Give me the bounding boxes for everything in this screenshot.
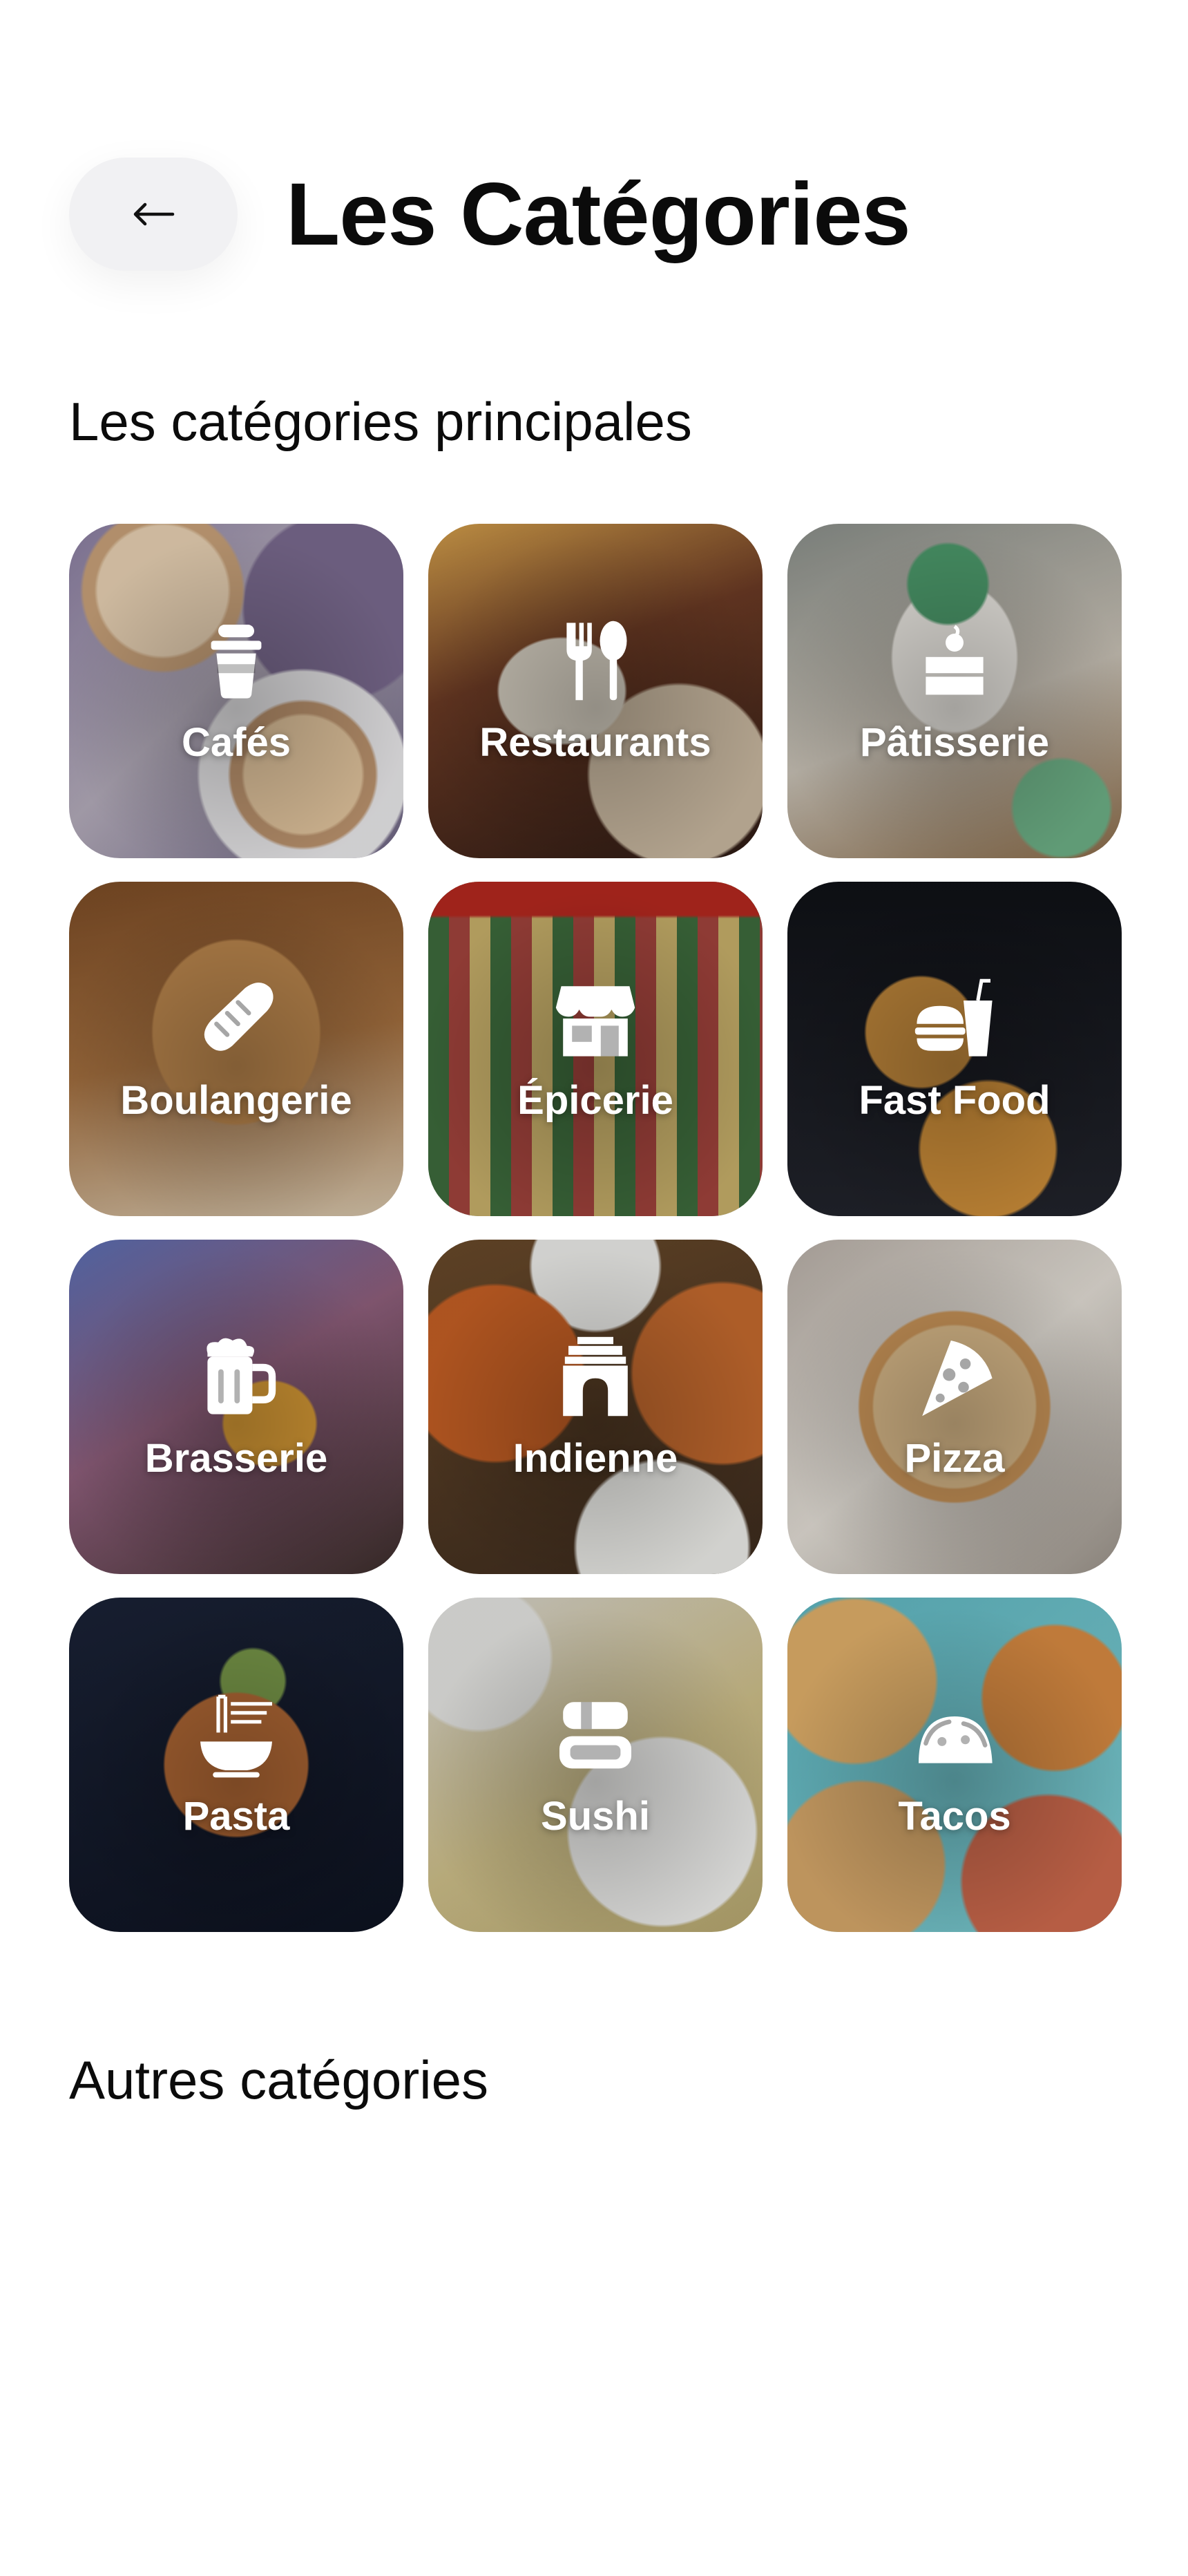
category-tile-epicerie[interactable]: Épicerie — [428, 882, 763, 1216]
category-label: Pâtisserie — [859, 720, 1050, 765]
categories-screen: Les Catégories Les catégories principale… — [0, 0, 1188, 2576]
category-tile-tacos[interactable]: Tacos — [787, 1598, 1122, 1932]
category-tile-patisserie[interactable]: Pâtisserie — [787, 524, 1122, 858]
main-categories-heading: Les catégories principales — [69, 391, 692, 452]
pizza-slice-icon — [906, 1328, 1003, 1425]
category-label: Brasserie — [144, 1436, 328, 1481]
category-label: Tacos — [898, 1794, 1011, 1839]
main-categories-grid: Cafés Restaurants Pâtisserie Boulangerie… — [69, 524, 1122, 1932]
category-label: Pasta — [182, 1794, 290, 1839]
category-tile-brasserie[interactable]: Brasserie — [69, 1240, 403, 1574]
category-tile-pasta[interactable]: Pasta — [69, 1598, 403, 1932]
category-label: Cafés — [182, 720, 291, 765]
category-tile-boulangerie[interactable]: Boulangerie — [69, 882, 403, 1216]
category-tile-pizza[interactable]: Pizza — [787, 1240, 1122, 1574]
category-tile-sushi[interactable]: Sushi — [428, 1598, 763, 1932]
other-categories-heading: Autres catégories — [69, 2049, 488, 2110]
sushi-icon — [547, 1686, 644, 1783]
category-label: Sushi — [541, 1794, 650, 1839]
bread-icon — [188, 970, 285, 1067]
arrow-left-icon — [133, 202, 175, 226]
category-tile-cafes[interactable]: Cafés — [69, 524, 403, 858]
category-label: Pizza — [904, 1436, 1005, 1481]
category-tile-indienne[interactable]: Indienne — [428, 1240, 763, 1574]
fork-spoon-icon — [547, 612, 644, 709]
page-title: Les Catégories — [286, 165, 911, 264]
pasta-icon — [188, 1686, 285, 1783]
category-label: Indienne — [512, 1436, 678, 1481]
burger-drink-icon — [906, 970, 1003, 1067]
back-button[interactable] — [69, 158, 238, 271]
category-tile-fast-food[interactable]: Fast Food — [787, 882, 1122, 1216]
category-label: Fast Food — [859, 1078, 1051, 1123]
category-tile-restaurants[interactable]: Restaurants — [428, 524, 763, 858]
coffee-cup-icon — [188, 612, 285, 709]
category-label: Boulangerie — [120, 1078, 352, 1123]
grocery-store-icon — [547, 970, 644, 1067]
beer-mug-icon — [188, 1328, 285, 1425]
cake-icon — [906, 612, 1003, 709]
category-label: Restaurants — [479, 720, 711, 765]
india-gate-icon — [547, 1328, 644, 1425]
category-label: Épicerie — [517, 1078, 673, 1123]
taco-icon — [906, 1686, 1003, 1783]
